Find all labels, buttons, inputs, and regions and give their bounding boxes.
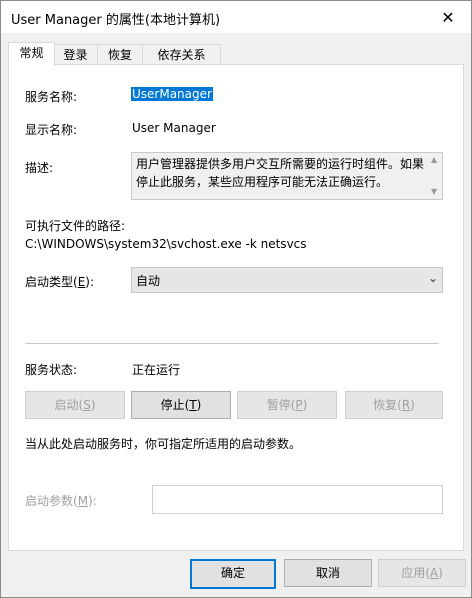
- exe-path-label: 可执行文件的路径:: [25, 219, 126, 233]
- start-params-hint: 当从此处启动服务时，你可指定所适用的启动参数。: [25, 437, 302, 451]
- service-name-value[interactable]: UserManager: [131, 87, 213, 101]
- description-scrollbar[interactable]: ▲ ▼: [428, 153, 442, 199]
- resume-button[interactable]: 恢复(R): [345, 391, 443, 419]
- pause-button[interactable]: 暂停(P): [237, 391, 337, 419]
- display-name-label: 显示名称:: [25, 123, 78, 137]
- tab-recovery[interactable]: 恢复: [97, 44, 143, 65]
- apply-button[interactable]: 应用(A): [378, 559, 466, 587]
- start-params-input[interactable]: [152, 485, 443, 514]
- general-tab-panel: 服务名称: UserManager 显示名称: User Manager 描述:…: [8, 64, 464, 551]
- start-params-label: 启动参数(M):: [25, 494, 97, 508]
- description-label: 描述:: [25, 161, 54, 175]
- tab-general[interactable]: 常规: [8, 42, 55, 66]
- scroll-down-icon[interactable]: ▼: [431, 187, 437, 196]
- title-bar[interactable]: User Manager 的属性(本地计算机) ✕: [1, 1, 471, 33]
- close-icon: ✕: [441, 7, 455, 27]
- divider: [25, 343, 439, 344]
- service-name-text[interactable]: UserManager: [131, 87, 213, 101]
- service-status-label: 服务状态:: [25, 363, 78, 377]
- startup-type-label: 启动类型(E):: [25, 275, 95, 289]
- service-status-value: 正在运行: [132, 363, 181, 377]
- close-button[interactable]: ✕: [425, 1, 471, 33]
- tab-logon[interactable]: 登录: [53, 44, 98, 65]
- description-textbox[interactable]: 用户管理器提供多用户交互所需要的运行时组件。如果停止此服务，某些应用程序可能无法…: [131, 152, 443, 200]
- ok-button[interactable]: 确定: [190, 559, 276, 589]
- chevron-down-icon: ⌄: [427, 271, 438, 285]
- description-text: 用户管理器提供多用户交互所需要的运行时组件。如果停止此服务，某些应用程序可能无法…: [136, 157, 425, 189]
- scroll-up-icon[interactable]: ▲: [431, 155, 437, 164]
- tab-dependencies[interactable]: 依存关系: [142, 44, 221, 65]
- exe-path-value[interactable]: C:\WINDOWS\system32\svchost.exe -k netsv…: [25, 237, 307, 251]
- service-name-label: 服务名称:: [25, 90, 78, 104]
- service-properties-dialog: User Manager 的属性(本地计算机) ✕ 常规 登录 恢复 依存关系 …: [0, 0, 472, 598]
- startup-type-select[interactable]: 自动 ⌄: [131, 267, 443, 293]
- display-name-value[interactable]: User Manager: [132, 121, 216, 135]
- stop-button[interactable]: 停止(T): [131, 391, 231, 419]
- window-title: User Manager 的属性(本地计算机): [11, 13, 221, 28]
- start-button[interactable]: 启动(S): [25, 391, 125, 419]
- cancel-button[interactable]: 取消: [284, 559, 372, 587]
- startup-type-value: 自动: [136, 274, 161, 288]
